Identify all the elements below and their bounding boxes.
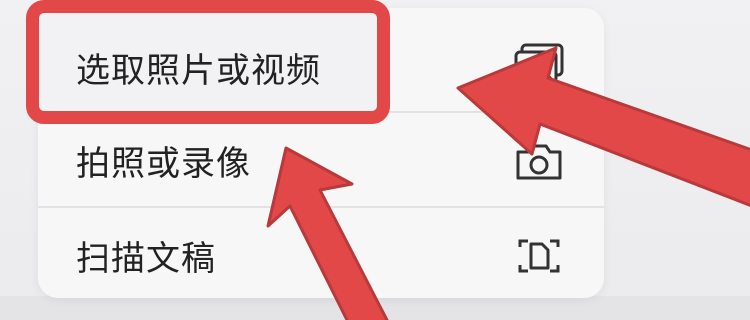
- highlight-box: 选取照片或视频: [26, 0, 390, 124]
- photo-icon: [512, 41, 566, 87]
- menu-item-scan-document[interactable]: 扫描文稿: [38, 208, 604, 303]
- camera-icon: [512, 138, 566, 184]
- highlighted-item-label: 选取照片或视频: [76, 51, 321, 91]
- menu-item-label: 扫描文稿: [76, 239, 216, 279]
- menu-item-label: 拍照或录像: [76, 144, 251, 184]
- scan-document-icon: [512, 233, 566, 279]
- menu-item-take-photo-or-video[interactable]: 拍照或录像: [38, 113, 604, 208]
